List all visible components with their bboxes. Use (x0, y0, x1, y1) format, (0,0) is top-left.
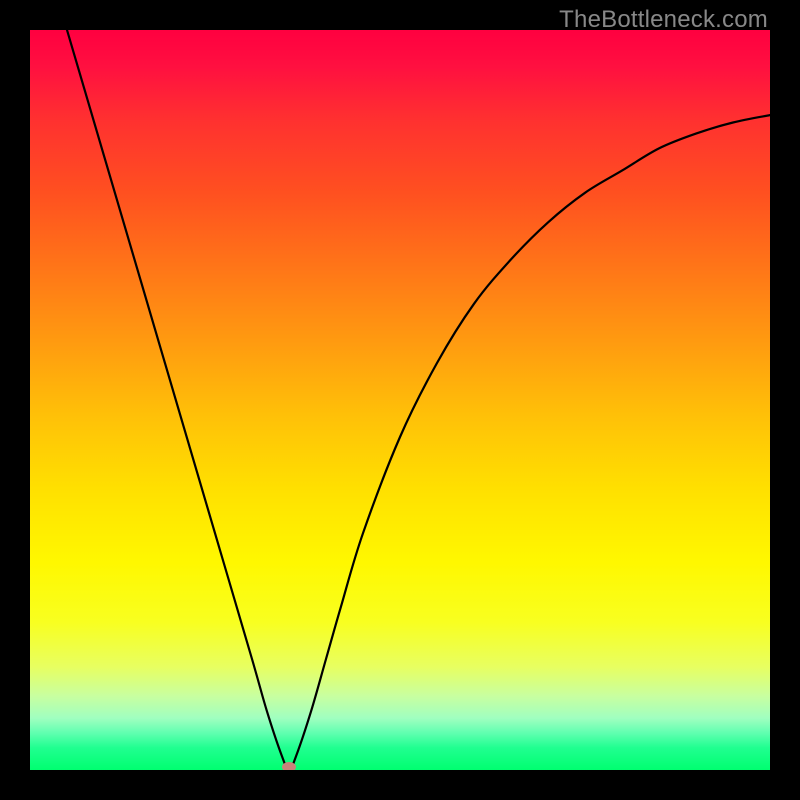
minimum-marker (282, 762, 296, 770)
watermark-text: TheBottleneck.com (559, 6, 768, 34)
curve-svg (30, 30, 770, 770)
bottleneck-curve (67, 30, 770, 770)
plot-area (30, 30, 770, 770)
